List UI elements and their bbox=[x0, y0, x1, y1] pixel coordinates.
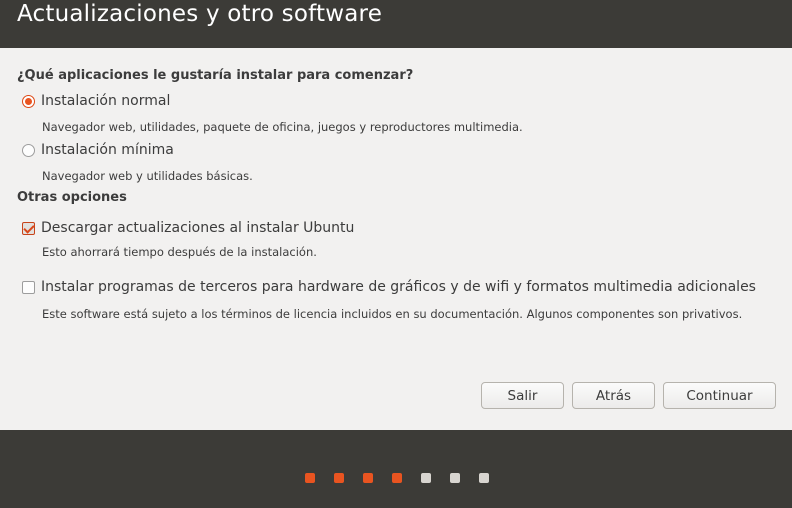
checkbox-checked-icon[interactable] bbox=[22, 221, 35, 235]
radio-selected-icon[interactable] bbox=[22, 94, 35, 108]
title-bar: Actualizaciones y otro software bbox=[0, 0, 792, 48]
download-updates-description: Esto ahorrará tiempo después de la insta… bbox=[42, 245, 317, 259]
third-party-label: Instalar programas de terceros para hard… bbox=[41, 279, 756, 295]
download-updates-checkbox[interactable]: Descargar actualizaciones al instalar Ub… bbox=[22, 220, 354, 236]
other-options-heading: Otras opciones bbox=[17, 190, 127, 205]
normal-install-radio[interactable]: Instalación normal bbox=[22, 93, 170, 109]
normal-install-label: Instalación normal bbox=[41, 93, 171, 109]
progress-dot bbox=[392, 473, 402, 483]
minimal-install-radio[interactable]: Instalación mínima bbox=[22, 142, 174, 158]
progress-dot bbox=[305, 473, 315, 483]
normal-install-description: Navegador web, utilidades, paquete de of… bbox=[42, 120, 523, 134]
minimal-install-description: Navegador web y utilidades básicas. bbox=[42, 169, 253, 183]
progress-dot bbox=[363, 473, 373, 483]
checkbox-unchecked-icon[interactable] bbox=[22, 280, 35, 294]
progress-indicator bbox=[0, 473, 792, 483]
install-question-heading: ¿Qué aplicaciones le gustaría instalar p… bbox=[17, 68, 414, 83]
progress-dot bbox=[479, 473, 489, 483]
back-button[interactable]: Atrás bbox=[572, 382, 655, 409]
download-updates-label: Descargar actualizaciones al instalar Ub… bbox=[41, 220, 355, 236]
continue-button[interactable]: Continuar bbox=[663, 382, 776, 409]
radio-unselected-icon[interactable] bbox=[22, 143, 35, 157]
third-party-description: Este software está sujeto a los términos… bbox=[42, 307, 743, 321]
window-title: Actualizaciones y otro software bbox=[17, 1, 383, 27]
quit-button[interactable]: Salir bbox=[481, 382, 564, 409]
progress-dot bbox=[334, 473, 344, 483]
minimal-install-label: Instalación mínima bbox=[41, 142, 174, 158]
progress-dot bbox=[450, 473, 460, 483]
third-party-checkbox[interactable]: Instalar programas de terceros para hard… bbox=[22, 279, 756, 295]
footer-bar bbox=[0, 430, 792, 508]
progress-dot bbox=[421, 473, 431, 483]
